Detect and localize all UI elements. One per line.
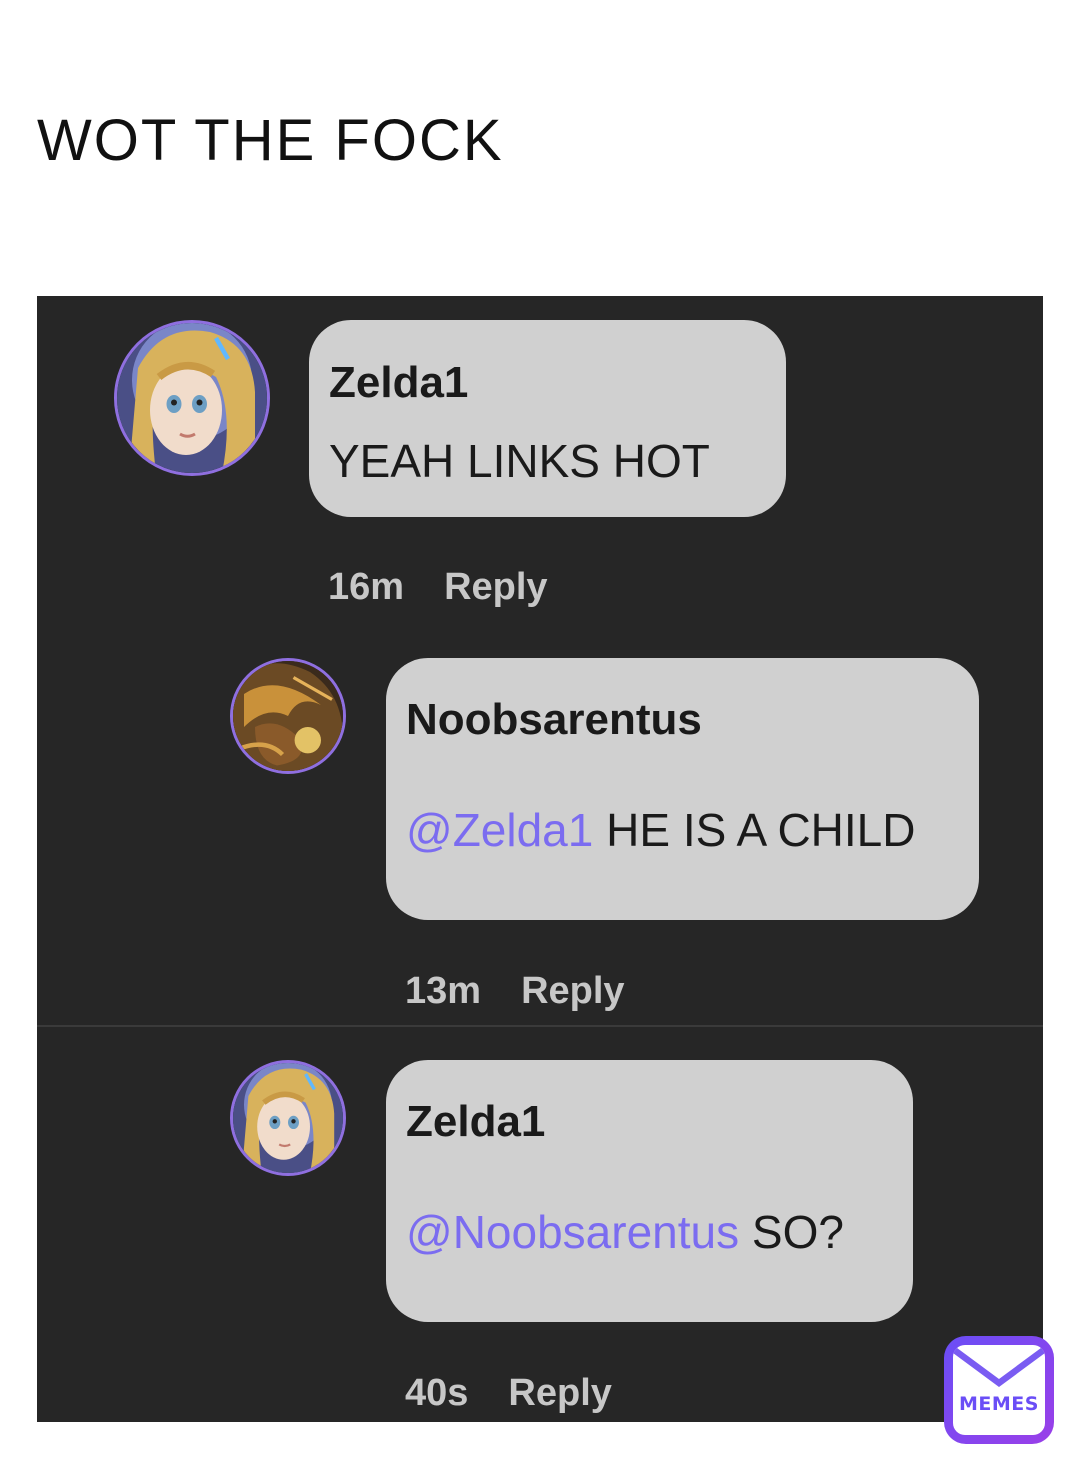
reply-button[interactable]: Reply [444, 566, 547, 608]
comment-thread-screenshot: Zelda1 YEAH LINKS HOT 16m Reply Noobsaren… [37, 296, 1043, 1422]
link-avatar-icon[interactable] [230, 658, 346, 774]
memes-watermark-label: MEMES [959, 1393, 1039, 1415]
thread-divider [37, 1025, 1043, 1027]
comment-text: @Zelda1 HE IS A CHILD [406, 803, 915, 857]
memes-watermark-logo: MEMES [944, 1336, 1054, 1444]
zelda-avatar-icon[interactable] [114, 320, 270, 476]
comment-meta: 16m Reply [328, 566, 548, 609]
comment-time: 13m [405, 970, 482, 1012]
comment-username[interactable]: Noobsarentus [406, 695, 702, 745]
comment-time: 40s [405, 1372, 469, 1414]
comment-username[interactable]: Zelda1 [329, 358, 468, 408]
comment-text: YEAH LINKS HOT [329, 434, 710, 488]
comment-meta: 40s Reply [405, 1372, 612, 1415]
comment-username[interactable]: Zelda1 [406, 1097, 545, 1147]
reply-button[interactable]: Reply [508, 1372, 611, 1414]
comment-bubble: Zelda1 @Noobsarentus SO? [386, 1060, 913, 1322]
comment-body: YEAH LINKS HOT [329, 435, 710, 487]
comment-meta: 13m Reply [405, 970, 625, 1013]
comment-body: SO? [739, 1206, 844, 1258]
envelope-icon: MEMES [953, 1345, 1045, 1435]
zelda-avatar-icon[interactable] [230, 1060, 346, 1176]
comment-time: 16m [328, 566, 405, 608]
comment-mention[interactable]: @Zelda1 [406, 804, 593, 856]
comment-bubble: Zelda1 YEAH LINKS HOT [309, 320, 786, 517]
comment-bubble: Noobsarentus @Zelda1 HE IS A CHILD [386, 658, 979, 920]
post-caption: WOT THE FOCK [37, 108, 504, 173]
reply-button[interactable]: Reply [521, 970, 624, 1012]
comment-body: HE IS A CHILD [593, 804, 916, 856]
comment-text: @Noobsarentus SO? [406, 1205, 844, 1259]
comment-mention[interactable]: @Noobsarentus [406, 1206, 739, 1258]
